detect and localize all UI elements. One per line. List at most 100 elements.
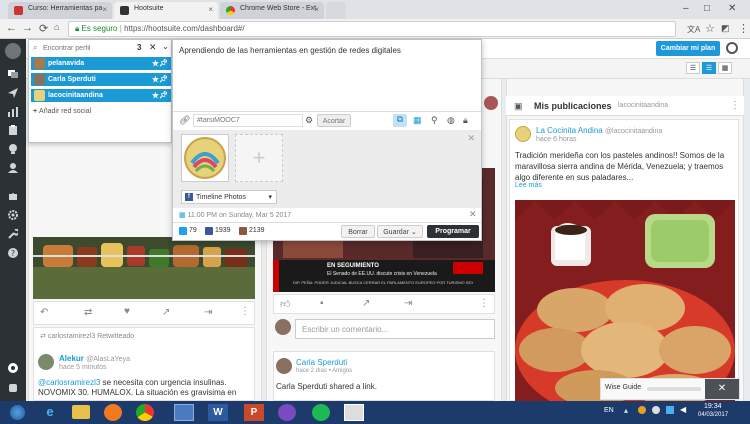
album-dropdown[interactable]: f Timeline Photos ▾	[181, 190, 277, 204]
link-input[interactable]	[193, 114, 303, 127]
network-icon[interactable]	[666, 406, 674, 414]
extension-icon[interactable]: ◩	[721, 23, 730, 34]
chrome-icon[interactable]	[136, 404, 154, 421]
search-icon[interactable]	[726, 42, 738, 54]
reload-icon[interactable]: ⟳	[39, 22, 48, 35]
user-avatar[interactable]	[5, 43, 21, 59]
shorten-button[interactable]: Acortar	[317, 114, 351, 127]
more-options-icon[interactable]: ⋮	[240, 306, 250, 317]
author-handle[interactable]: @AlasLaYeya	[86, 356, 130, 363]
grid-view-icon[interactable]: ☰	[686, 62, 700, 74]
notifications-icon[interactable]	[8, 363, 18, 373]
author-name[interactable]: Alekur	[59, 354, 84, 363]
location-pin-icon[interactable]: ⚲	[431, 115, 438, 126]
column-view-icon[interactable]: ▦	[718, 62, 732, 74]
close-media-icon[interactable]: ✕	[467, 133, 475, 144]
favorite-star-icon[interactable]: ★	[152, 91, 159, 100]
tab-hootsuite[interactable]: Hootsuite ×	[114, 2, 218, 19]
profile-row-pelanavida[interactable]: pelanavida ★ 📌︎	[31, 57, 171, 70]
save-draft-button[interactable]: Guardar ⌄	[377, 225, 423, 238]
clock-date[interactable]: 04/03/2017	[698, 412, 728, 418]
pin-icon[interactable]: 📌︎	[159, 91, 168, 99]
powerpoint-icon[interactable]: P	[244, 404, 264, 421]
author-name[interactable]: La Cocinita Andina	[536, 126, 603, 135]
close-icon[interactable]: ✕	[705, 379, 739, 399]
retweet-icon[interactable]: ⇄	[84, 307, 92, 318]
menu-dots-icon[interactable]: ⋮	[738, 22, 749, 35]
read-more-link[interactable]: Lee más	[515, 182, 542, 189]
forward-icon[interactable]: →	[22, 22, 33, 34]
targeting-globe-icon[interactable]: ◍	[447, 115, 455, 126]
maximize-icon[interactable]: □	[704, 3, 710, 14]
tools-wrench-icon[interactable]	[8, 229, 18, 239]
close-tab-icon[interactable]: ×	[102, 5, 107, 14]
stream-title[interactable]: Mis publicaciones	[534, 101, 612, 111]
favorite-star-icon[interactable]: ★	[152, 59, 159, 68]
attached-image-thumbnail[interactable]	[181, 134, 229, 182]
remove-schedule-icon[interactable]: ✕	[469, 209, 477, 220]
pin-icon[interactable]: 📌︎	[159, 59, 168, 67]
author-handle[interactable]: @lacocinitaandina	[605, 128, 662, 135]
schedule-retweet-icon[interactable]: ⇥	[204, 307, 212, 318]
home-icon[interactable]: ⌂	[54, 22, 59, 32]
delete-button[interactable]: Borrar	[341, 225, 375, 238]
collapse-icon[interactable]: ⌄	[162, 42, 169, 51]
insights-icon[interactable]	[8, 144, 18, 154]
help-icon[interactable]: ?	[8, 248, 18, 258]
spotify-icon[interactable]	[312, 404, 330, 421]
language-indicator[interactable]: EN	[604, 407, 614, 414]
app-circle-icon[interactable]	[278, 404, 296, 421]
change-plan-button[interactable]: Cambiar mi plan	[656, 41, 720, 56]
tab-chrome-web-store[interactable]: Chrome Web Store - Ext ×	[220, 2, 324, 19]
back-icon[interactable]: ←	[6, 22, 17, 34]
schedule-button[interactable]: Programar	[427, 225, 479, 238]
bookmark-star-icon[interactable]: ☆	[705, 22, 715, 35]
share-icon[interactable]: ↗	[362, 298, 370, 309]
publisher-icon[interactable]	[8, 88, 18, 98]
url-field[interactable]: 🔒︎ Es seguro | https://hootsuite.com/das…	[68, 21, 676, 37]
close-window-icon[interactable]: ✕	[728, 3, 736, 14]
analytics-icon[interactable]	[8, 107, 18, 117]
pin-icon[interactable]: 📌︎	[159, 75, 168, 83]
clock-time[interactable]: 19:34	[704, 403, 722, 410]
profile-row-carla-sperduti[interactable]: Carla Sperduti ★ 📌︎	[31, 73, 171, 86]
word-icon[interactable]: W	[208, 404, 228, 421]
share-icon[interactable]: ↗	[162, 307, 170, 318]
link-settings-gear-icon[interactable]: ⚙	[305, 115, 313, 126]
file-explorer-icon[interactable]	[72, 405, 90, 419]
streams-icon[interactable]	[8, 69, 18, 79]
attach-paperclip-icon[interactable]: ⧉	[393, 114, 407, 127]
contacts-icon[interactable]	[8, 163, 18, 173]
translate-icon[interactable]: 文A	[687, 24, 700, 35]
assignments-icon[interactable]	[8, 125, 18, 135]
ie-browser-icon[interactable]: e	[40, 404, 60, 421]
add-media-button[interactable]: +	[235, 134, 283, 182]
close-tab-icon[interactable]: ×	[314, 5, 319, 14]
like-heart-icon[interactable]: ♥	[124, 306, 130, 317]
schedule-text[interactable]: 11:00 PM on Sunday, Mar 5 2017	[188, 212, 292, 219]
stream-options-icon[interactable]: ⋮	[730, 100, 740, 111]
window-app-icon[interactable]	[174, 404, 194, 421]
comment-icon[interactable]: ▪	[320, 298, 324, 309]
clear-selection-icon[interactable]: ✕	[149, 42, 157, 53]
comment-input[interactable]: Escribir un comentario...	[295, 319, 495, 339]
favorite-star-icon[interactable]: ★	[152, 75, 159, 84]
reply-icon[interactable]: ↶	[40, 307, 48, 318]
wise-guide-widget[interactable]: Wise Guide ✕	[600, 378, 740, 400]
tray-app-icon[interactable]	[652, 406, 660, 414]
apps-puzzle-icon[interactable]	[8, 191, 18, 201]
start-button[interactable]	[10, 405, 25, 420]
minimize-icon[interactable]: –	[683, 3, 689, 14]
add-social-network-link[interactable]: + Añadir red social	[33, 108, 91, 115]
volume-icon[interactable]: ◀︎	[680, 405, 686, 414]
tab-curso[interactable]: Curso: Herramientas pa ×	[8, 2, 112, 19]
schedule-share-icon[interactable]: ⇥	[404, 298, 412, 309]
avatar[interactable]	[276, 358, 292, 374]
tray-arrow-icon[interactable]: ▴	[624, 406, 628, 415]
like-icon[interactable]: 👍︎	[280, 298, 290, 310]
tray-app-icon[interactable]	[638, 406, 646, 414]
schedule-calendar-icon[interactable]: ▦	[413, 115, 422, 126]
list-view-icon[interactable]: ☰	[702, 62, 716, 74]
avatar[interactable]	[38, 354, 54, 370]
retweeter-name[interactable]: carlosramirezl3	[48, 333, 95, 340]
